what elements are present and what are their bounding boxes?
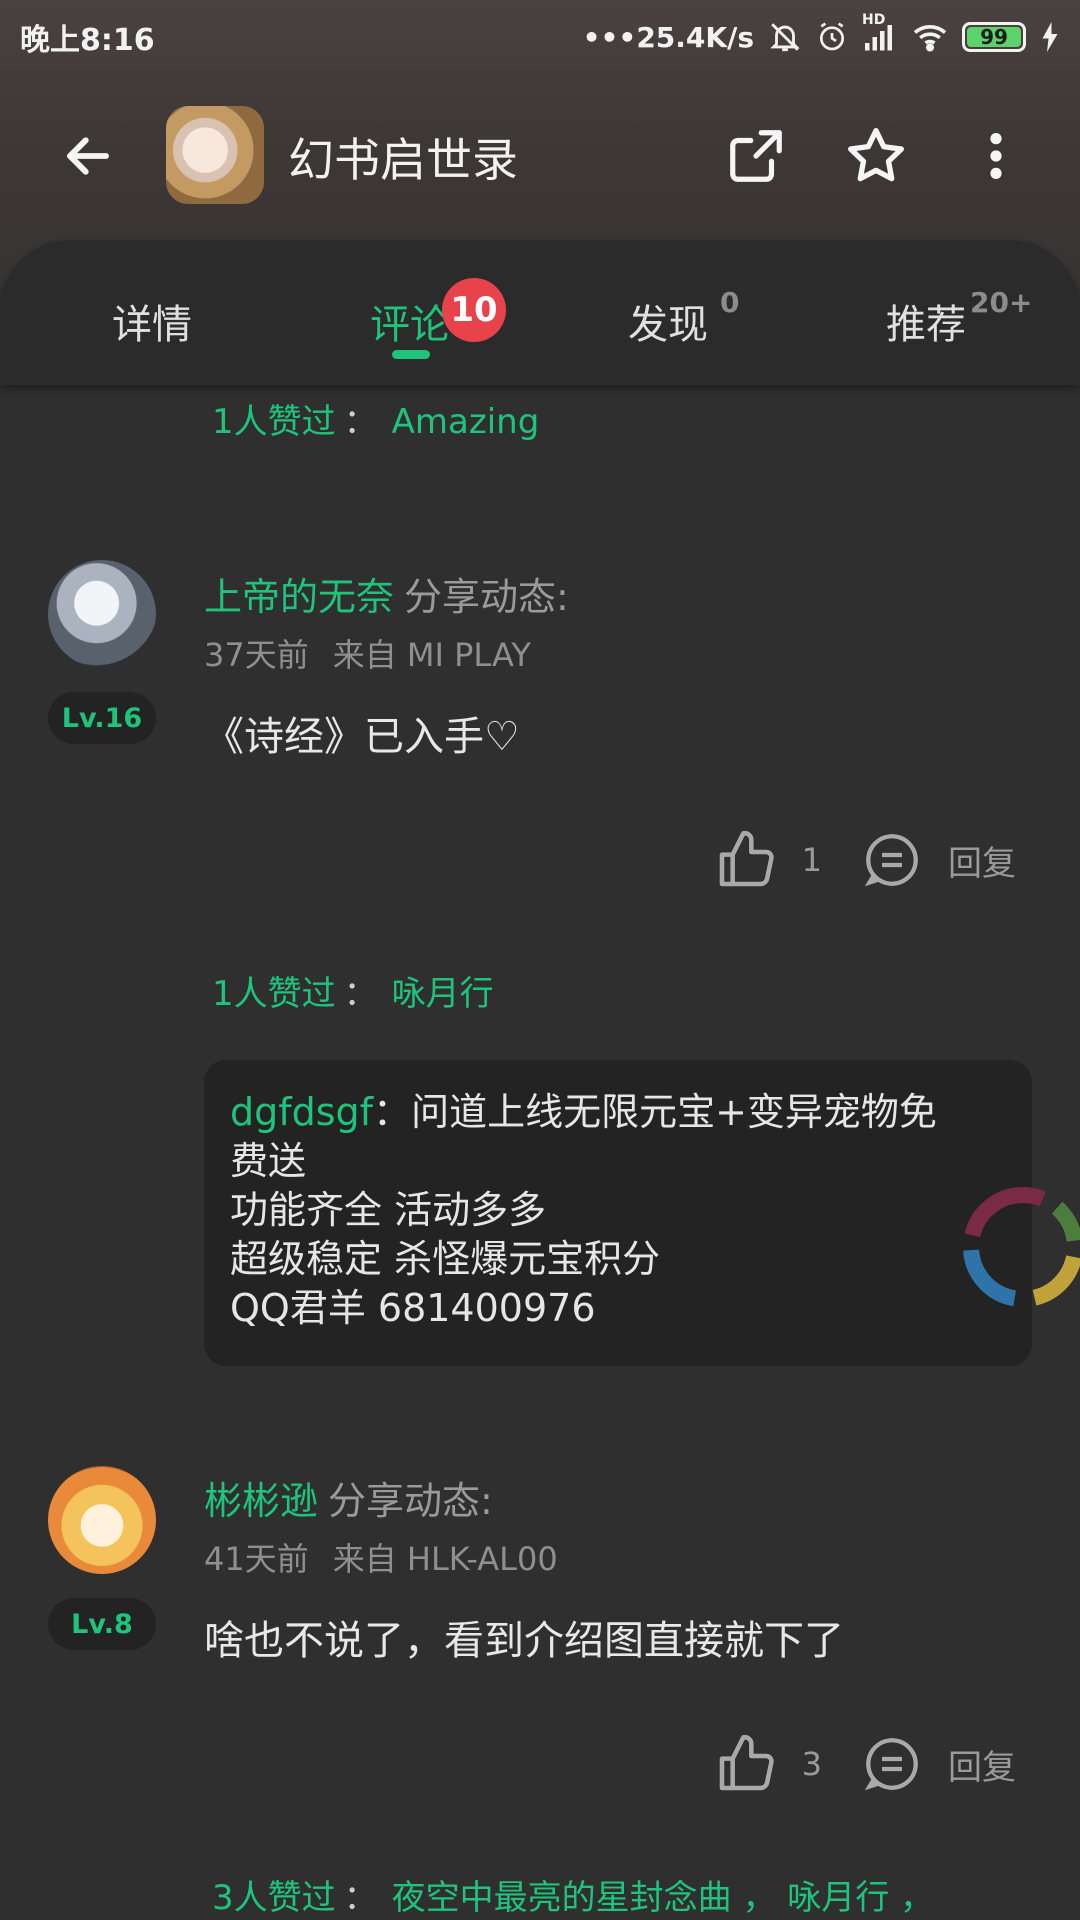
network-speed: •••25.4K/s xyxy=(582,20,754,54)
level-badge: Lv.8 xyxy=(48,1598,156,1650)
mute-bell-icon xyxy=(768,20,802,54)
more-vertical-icon xyxy=(990,133,1002,179)
tab-discover[interactable]: 发现 xyxy=(628,292,708,350)
post-actions: 1 回复 xyxy=(714,820,1016,900)
comment-icon xyxy=(864,834,918,887)
star-icon xyxy=(848,127,904,182)
user-avatar[interactable] xyxy=(48,560,156,668)
reply-text-line: 超级稳定 杀怪爆元宝积分 xyxy=(230,1237,661,1281)
comment-icon xyxy=(864,1738,918,1791)
post-meta: 37天前 来自 MI PLAY xyxy=(204,630,531,676)
post-text: 《诗经》已入手♡ xyxy=(204,714,520,760)
liked-by-line: 1人赞过： 咏月行 xyxy=(212,966,494,1015)
post-action-label: 分享动态: xyxy=(404,575,569,619)
tab-details[interactable]: 详情 xyxy=(112,292,192,350)
username-link[interactable]: 上帝的无奈 xyxy=(204,575,394,619)
liked-separator: ： xyxy=(343,1878,378,1918)
app-bar: 幻书启世录 xyxy=(0,86,1080,226)
app-icon[interactable] xyxy=(166,106,264,204)
reply-button[interactable]: 回复 xyxy=(862,1734,1016,1794)
liked-by-line: 3人赞过： 夜空中最亮的星封念曲 ， 咏月行 ， xyxy=(212,1870,934,1919)
liked-user-link[interactable]: 夜空中最亮的星封念曲 ， 咏月行 ， xyxy=(392,1878,934,1918)
liked-by-line: 1人赞过： Amazing xyxy=(212,394,539,443)
wifi-icon xyxy=(912,22,948,52)
floating-loading-icon[interactable] xyxy=(958,1182,1080,1312)
like-count: 3 xyxy=(801,1745,822,1783)
status-icons: •••25.4K/s HD 99 xyxy=(582,12,1060,54)
reply-text-line: 功能齐全 活动多多 xyxy=(230,1188,547,1232)
screen: 晚上8:16 •••25.4K/s HD 99 幻书启世录 详情 评论 发现 推… xyxy=(0,0,1080,1920)
username-link[interactable]: 彬彬逊 xyxy=(204,1479,318,1523)
post-header: 彬彬逊 分享动态: xyxy=(204,1470,493,1525)
reply-comment[interactable]: dgfdsgf：问道上线无限元宝+变异宠物免 费送 功能齐全 活动多多 超级稳定… xyxy=(204,1060,1032,1366)
post-actions: 3 回复 xyxy=(714,1724,1016,1804)
reply-text-line: 费送 xyxy=(230,1139,307,1183)
more-options-button[interactable] xyxy=(956,116,1036,196)
favorite-button[interactable] xyxy=(836,116,916,196)
app-title: 幻书启世录 xyxy=(288,133,518,187)
tab-recommend-count: 20+ xyxy=(970,286,1033,319)
tab-bar: 详情 评论 发现 推荐 0 20+ xyxy=(0,240,1080,385)
level-badge: Lv.16 xyxy=(48,692,156,744)
battery-level: 99 xyxy=(967,25,1021,49)
thumbs-up-icon xyxy=(719,1734,774,1791)
battery-icon: 99 xyxy=(962,22,1026,52)
reply-text: 问道上线无限元宝+变异宠物免 xyxy=(411,1090,937,1134)
post-source: 来自 MI PLAY xyxy=(332,636,531,674)
user-avatar[interactable] xyxy=(48,1466,156,1574)
share-icon xyxy=(730,130,782,182)
liked-user-link[interactable]: 咏月行 xyxy=(392,974,494,1014)
like-count: 1 xyxy=(801,841,822,879)
charging-icon xyxy=(1040,22,1060,52)
like-count-label: 1人赞过 xyxy=(212,402,336,442)
post-time: 37天前 xyxy=(204,636,309,674)
network-type: HD xyxy=(862,12,886,28)
tab-comments[interactable]: 评论 xyxy=(370,292,450,350)
liked-user-link[interactable]: Amazing xyxy=(392,402,540,442)
liked-separator: ： xyxy=(343,402,378,442)
status-bar: 晚上8:16 •••25.4K/s HD 99 xyxy=(0,0,1080,74)
reply-label: 回复 xyxy=(948,843,1016,884)
post-source: 来自 HLK-AL00 xyxy=(332,1540,558,1578)
post-text: 啥也不说了，看到介绍图直接就下了 xyxy=(204,1618,844,1664)
arrow-left-icon xyxy=(67,137,109,175)
reply-first-line: dgfdsgf：问道上线无限元宝+变异宠物免 xyxy=(230,1088,1008,1137)
post-meta: 41天前 来自 HLK-AL00 xyxy=(204,1534,558,1580)
tab-discover-count: 0 xyxy=(720,286,740,319)
alarm-icon xyxy=(816,21,848,53)
like-count-label: 1人赞过 xyxy=(212,974,336,1014)
like-button[interactable]: 3 xyxy=(714,1732,862,1796)
tab-recommend[interactable]: 推荐 xyxy=(886,292,966,350)
share-button[interactable] xyxy=(716,116,796,196)
post-header: 上帝的无奈 分享动态: xyxy=(204,566,569,621)
like-count-label: 3人赞过 xyxy=(212,1878,336,1918)
active-tab-indicator xyxy=(392,350,430,359)
comments-count-badge: 10 xyxy=(442,278,506,342)
reply-text-line: QQ君羊 681400976 xyxy=(230,1286,596,1330)
reply-button[interactable]: 回复 xyxy=(862,830,1016,890)
post-action-label: 分享动态: xyxy=(328,1479,493,1523)
reply-label: 回复 xyxy=(948,1747,1016,1788)
like-button[interactable]: 1 xyxy=(714,828,862,892)
post-time: 41天前 xyxy=(204,1540,309,1578)
liked-separator: ： xyxy=(343,974,378,1014)
status-time: 晚上8:16 xyxy=(20,23,155,58)
thumbs-up-icon xyxy=(719,830,774,887)
reply-author-link[interactable]: dgfdsgf xyxy=(230,1090,373,1134)
signal-icon: HD xyxy=(862,12,898,52)
back-button[interactable] xyxy=(50,118,126,194)
reply-separator: ： xyxy=(373,1090,412,1134)
